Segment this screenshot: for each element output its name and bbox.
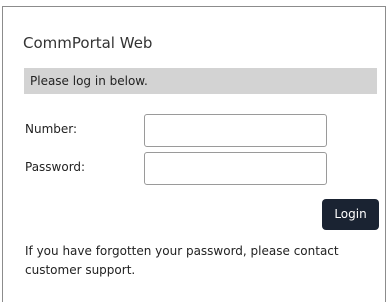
page-title: CommPortal Web — [23, 34, 153, 52]
number-input[interactable] — [144, 114, 327, 147]
forgot-password-help-text: If you have forgotten your password, ple… — [25, 244, 339, 277]
password-input[interactable] — [144, 152, 327, 185]
number-label: Number: — [25, 122, 78, 136]
login-notice-bar: Please log in below. — [24, 68, 377, 94]
password-label: Password: — [25, 160, 86, 174]
login-button[interactable]: Login — [322, 199, 379, 230]
